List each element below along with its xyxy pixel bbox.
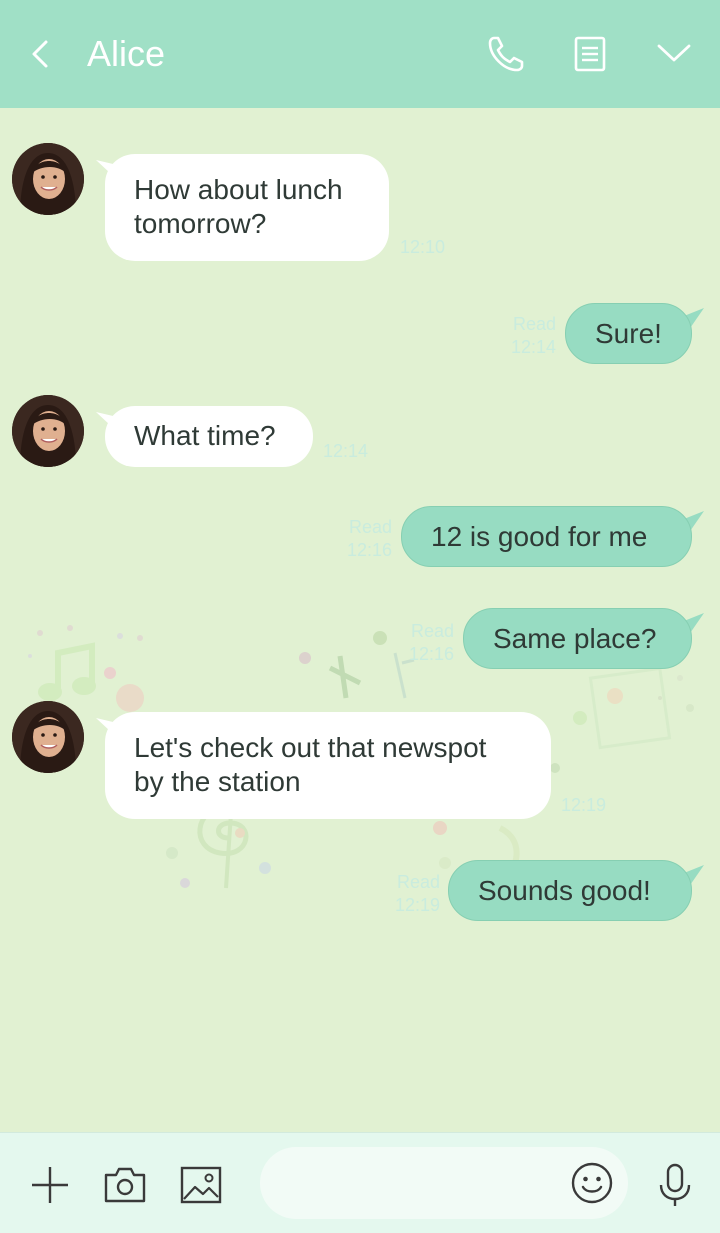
camera-button[interactable] bbox=[101, 1161, 149, 1209]
message-meta: Read 12:16 bbox=[336, 516, 392, 562]
message-text-line: by the station bbox=[134, 766, 301, 797]
read-status: Read bbox=[396, 872, 440, 892]
incoming-message-bubble[interactable]: How about lunch tomorrow? bbox=[105, 154, 389, 261]
message-list[interactable]: How about lunch tomorrow? 12:10 Read 12:… bbox=[0, 108, 720, 1132]
message-text-line: What time? bbox=[134, 420, 276, 451]
document-icon bbox=[574, 36, 606, 72]
incoming-message-bubble[interactable]: What time? bbox=[105, 406, 313, 467]
message-text-line: Same place? bbox=[493, 623, 657, 654]
message-timestamp: 12:19 bbox=[394, 895, 440, 915]
read-status: Read bbox=[512, 314, 556, 334]
outgoing-message-bubble[interactable]: 12 is good for me bbox=[401, 506, 692, 567]
contact-avatar[interactable] bbox=[12, 143, 84, 215]
message-meta: Read 12:14 bbox=[500, 313, 556, 359]
message-timestamp: 12:16 bbox=[346, 540, 392, 560]
phone-icon bbox=[488, 36, 524, 72]
incoming-message-bubble[interactable]: Let's check out that newspot by the stat… bbox=[105, 712, 551, 819]
menu-button[interactable] bbox=[650, 30, 698, 78]
contact-avatar[interactable] bbox=[12, 701, 84, 773]
notes-button[interactable] bbox=[566, 30, 614, 78]
message-text-line: Sure! bbox=[595, 318, 662, 349]
plus-icon bbox=[32, 1167, 68, 1203]
message-text-line: Let's check out that newspot bbox=[134, 732, 487, 763]
emoji-button[interactable] bbox=[568, 1159, 616, 1207]
message-composer bbox=[0, 1132, 720, 1233]
message-timestamp: 12:14 bbox=[510, 337, 556, 357]
message-timestamp: 12:14 bbox=[323, 441, 369, 461]
read-status: Read bbox=[410, 621, 454, 641]
chevron-down-icon bbox=[657, 44, 691, 62]
read-status: Read bbox=[348, 517, 392, 537]
contact-name: Alice bbox=[87, 33, 166, 74]
message-meta: Read 12:16 bbox=[398, 620, 454, 666]
avatar-photo bbox=[12, 143, 84, 215]
microphone-icon bbox=[659, 1163, 691, 1206]
contact-avatar[interactable] bbox=[12, 395, 84, 467]
outgoing-message-bubble[interactable]: Sure! bbox=[565, 303, 692, 364]
message-text-line: How about lunch bbox=[134, 174, 343, 205]
message-text-line: tomorrow? bbox=[134, 208, 267, 239]
add-button[interactable] bbox=[26, 1161, 74, 1209]
message-meta: Read 12:19 bbox=[384, 871, 440, 917]
outgoing-message-bubble[interactable]: Sounds good! bbox=[448, 860, 692, 921]
gallery-button[interactable] bbox=[177, 1161, 225, 1209]
voice-button[interactable] bbox=[651, 1161, 699, 1209]
message-timestamp: 12:10 bbox=[400, 237, 446, 257]
image-icon bbox=[180, 1166, 222, 1204]
avatar-photo bbox=[12, 701, 84, 773]
camera-icon bbox=[104, 1167, 146, 1203]
chat-header: Alice bbox=[0, 0, 720, 108]
outgoing-message-bubble[interactable]: Same place? bbox=[463, 608, 692, 669]
message-text-line: Sounds good! bbox=[478, 875, 651, 906]
chevron-left-icon bbox=[32, 40, 48, 68]
message-timestamp: 12:16 bbox=[408, 644, 454, 664]
avatar-photo bbox=[12, 395, 84, 467]
message-text-line: 12 is good for me bbox=[431, 521, 648, 552]
back-button[interactable] bbox=[24, 32, 64, 76]
smiley-icon bbox=[571, 1162, 613, 1204]
message-timestamp: 12:19 bbox=[561, 795, 607, 815]
call-button[interactable] bbox=[482, 30, 530, 78]
